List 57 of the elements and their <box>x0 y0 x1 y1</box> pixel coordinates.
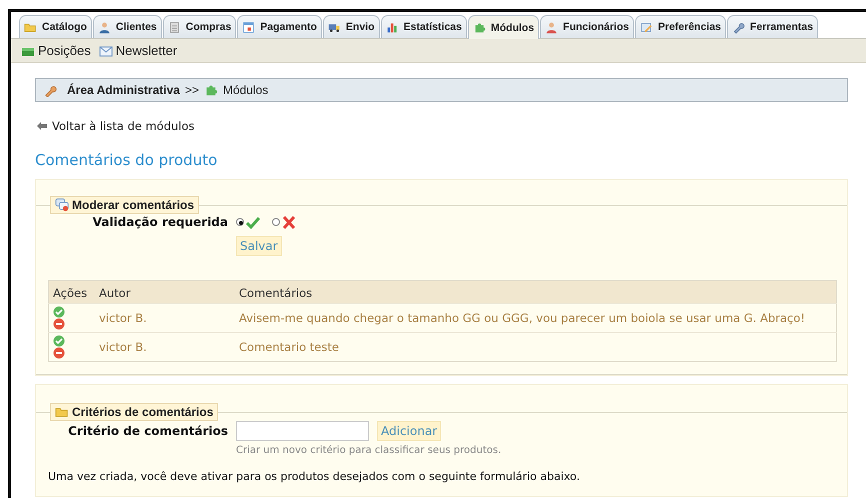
hint-text: Criar um novo critério para classificar seus produtos. <box>236 445 502 456</box>
tab[interactable]: Estatísticas <box>380 15 467 38</box>
folder-icon <box>55 405 69 419</box>
tab[interactable]: Clientes <box>92 15 162 38</box>
section-legend: Moderar comentários <box>50 196 200 214</box>
pencil-icon <box>640 20 653 34</box>
calendar-icon <box>242 20 256 34</box>
radio-button[interactable] <box>272 218 280 226</box>
person-icon <box>545 20 558 34</box>
puzzle-icon <box>472 21 486 34</box>
tab[interactable]: Compras <box>162 15 236 38</box>
tab[interactable]: Preferências <box>634 15 726 38</box>
subnav-link[interactable]: Newsletter <box>98 43 178 58</box>
approve-button[interactable] <box>53 306 65 318</box>
tab[interactable]: Funcionários <box>540 15 634 38</box>
column-header: Autor <box>95 280 235 304</box>
speech-bubbles-icon <box>55 198 69 212</box>
arrow-icon <box>37 122 47 130</box>
section-legend: Critérios de comentários <box>50 403 218 421</box>
document-icon <box>168 20 181 34</box>
table-cell: victor B. <box>95 304 235 332</box>
puzzle-icon <box>204 83 218 97</box>
delete-button[interactable] <box>53 318 65 330</box>
back-link[interactable]: Voltar à lista de módulos <box>52 119 195 133</box>
info-text: Uma vez criada, você deve ativar para os produtos desejados com o seguinte formulário abaixo. <box>48 470 581 484</box>
check-circle-icon <box>53 306 65 318</box>
input-field[interactable] <box>236 421 369 441</box>
cross-icon <box>282 216 296 228</box>
wrench-icon <box>732 20 746 34</box>
approve-button[interactable] <box>53 335 65 347</box>
field-label: Critério de comentários <box>67 423 228 439</box>
check-icon <box>246 216 260 228</box>
person-icon <box>98 20 111 34</box>
minus-circle-icon <box>53 347 65 359</box>
check-circle-icon <box>53 335 65 347</box>
field-label: Validação requerida <box>92 214 228 230</box>
tab[interactable]: Catálogo <box>19 15 92 38</box>
bar-chart-icon <box>386 20 398 34</box>
radio-button[interactable] <box>236 218 244 226</box>
table-cell: Avisem-me quando chegar o tamanho GG ou GGG, vou parecer um boiola se usar uma G. Abraço! <box>235 304 836 332</box>
table-cell: Comentario teste <box>235 332 836 362</box>
minus-circle-icon <box>53 318 65 330</box>
table-cell: victor B. <box>95 332 235 362</box>
delete-button[interactable] <box>53 347 65 359</box>
breadcrumb-root[interactable]: Área Administrativa <box>67 83 180 97</box>
breadcrumb-current: Módulos <box>222 83 268 97</box>
tab[interactable]: Módulos <box>468 15 540 39</box>
wrench-icon <box>44 83 58 97</box>
envelope-icon <box>98 44 113 56</box>
tab[interactable]: Envio <box>322 15 380 38</box>
column-header: Comentários <box>235 280 836 304</box>
column-header: Ações <box>48 280 95 304</box>
page-heading: Comentários do produto <box>35 151 218 169</box>
tab[interactable]: Pagamento <box>237 15 322 38</box>
breadcrumb-separator: >> <box>184 83 199 97</box>
subnav-link[interactable]: Posições <box>21 43 91 58</box>
tab[interactable]: Ferramentas <box>727 15 818 38</box>
